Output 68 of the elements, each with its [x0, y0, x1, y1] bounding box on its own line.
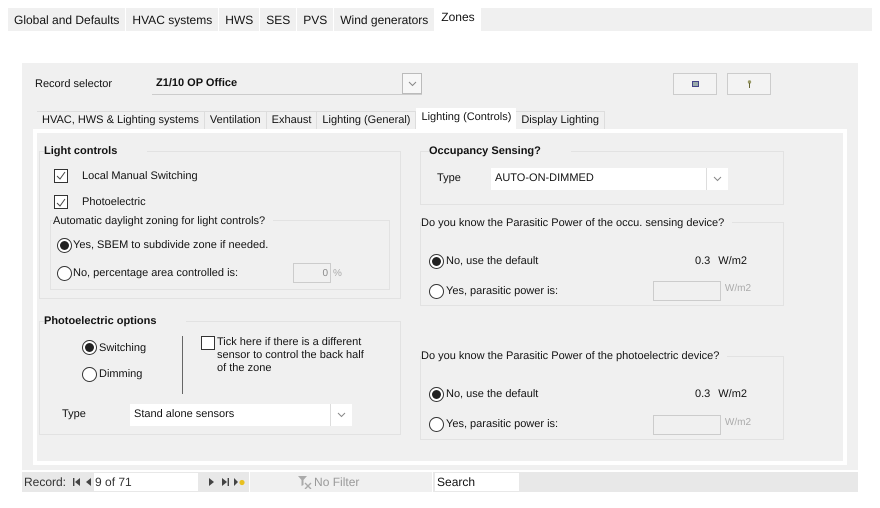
- key-icon: [746, 80, 752, 88]
- input-field[interactable]: [652, 281, 721, 301]
- radio-label: Yes, SBEM to subdivide zone if needed.: [73, 238, 270, 253]
- group-title: Do you know the Parasitic Power of the occu. sensing device?: [421, 216, 726, 230]
- radio-label: Yes, parasitic power is:: [446, 284, 560, 299]
- chevron-down-icon: [713, 176, 722, 182]
- dropdown[interactable]: Stand alone sensors: [130, 404, 352, 426]
- checkbox-label: Tick here if there is a different sensor to control the back half of the zone: [217, 336, 365, 374]
- unit-label: W/m2: [718, 254, 747, 269]
- tab[interactable]: Ventilation: [204, 111, 267, 129]
- group-title: Occupancy Sensing?: [429, 144, 542, 159]
- unit-label: W/m2: [724, 416, 751, 430]
- checkbox[interactable]: [54, 195, 68, 210]
- tab[interactable]: SES: [260, 8, 298, 31]
- tab[interactable]: Exhaust: [266, 111, 318, 129]
- dropdown[interactable]: Z1/10 OP Office: [152, 74, 422, 94]
- chevron-down-icon: [337, 412, 346, 418]
- dropdown[interactable]: AUTO-ON-DIMMED: [491, 168, 728, 190]
- group-title: Do you know the Parasitic Power of the photoelectric device?: [421, 349, 720, 364]
- radio-button[interactable]: [429, 254, 444, 268]
- unit-label: W/m2: [724, 282, 751, 296]
- triangle-left-icon: [86, 478, 91, 486]
- radio-label: Dimming: [99, 367, 142, 382]
- default-value: 0.3: [694, 254, 710, 269]
- checkbox[interactable]: [54, 168, 68, 183]
- record-label: Record:: [24, 474, 66, 491]
- record-position-field[interactable]: 9 of 71: [94, 473, 198, 491]
- chevron-down-icon: [408, 80, 416, 86]
- radio-label: No, use the default: [446, 254, 540, 269]
- tab[interactable]: HVAC systems: [126, 8, 220, 31]
- tab[interactable]: HWS: [219, 8, 260, 31]
- triangle-right-icon: [208, 478, 214, 486]
- radio-label: Yes, parasitic power is:: [446, 417, 560, 432]
- new-record-icon: [234, 478, 245, 486]
- radio-button[interactable]: [429, 284, 444, 298]
- search-field[interactable]: Search: [435, 473, 520, 491]
- unit-label: %: [333, 266, 342, 280]
- skip-forward-icon: [222, 478, 229, 486]
- tab[interactable]: Display Lighting: [516, 111, 606, 129]
- checkbox-label: Local Manual Switching: [82, 168, 198, 184]
- group-title: Photoelectric options: [44, 314, 158, 329]
- radio-button[interactable]: [82, 340, 97, 356]
- radio-label: No, use the default: [446, 387, 540, 402]
- tab[interactable]: Global and Defaults: [8, 8, 126, 31]
- tab[interactable]: Zones: [435, 7, 481, 31]
- group-title: Automatic daylight zoning for light controls?: [53, 214, 266, 228]
- checkbox-label: Photoelectric: [82, 195, 146, 210]
- skip-back-icon: [72, 478, 80, 486]
- unit-label: W/m2: [718, 387, 747, 402]
- group-title: Light controls: [44, 144, 118, 159]
- radio-label: No, percentage area controlled is:: [73, 266, 240, 281]
- field-label: Record selector: [35, 76, 114, 92]
- tab[interactable]: HVAC, HWS & Lighting systems: [37, 111, 205, 129]
- radio-button[interactable]: [429, 387, 444, 402]
- radio-button[interactable]: [429, 417, 444, 432]
- tab[interactable]: Lighting (Controls): [416, 108, 516, 129]
- filter-off-icon: [298, 476, 312, 488]
- field-label: Type: [62, 407, 87, 422]
- tab[interactable]: Lighting (General): [317, 111, 416, 129]
- default-value: 0.3: [694, 387, 710, 402]
- radio-button[interactable]: [57, 266, 72, 280]
- checkbox[interactable]: [201, 336, 215, 350]
- radio-label: Switching: [99, 340, 146, 356]
- field-label: Type: [437, 171, 462, 186]
- radio-button[interactable]: [57, 238, 72, 252]
- input-field[interactable]: [652, 414, 721, 434]
- tab[interactable]: PVS: [297, 8, 334, 31]
- radio-button[interactable]: [82, 366, 97, 382]
